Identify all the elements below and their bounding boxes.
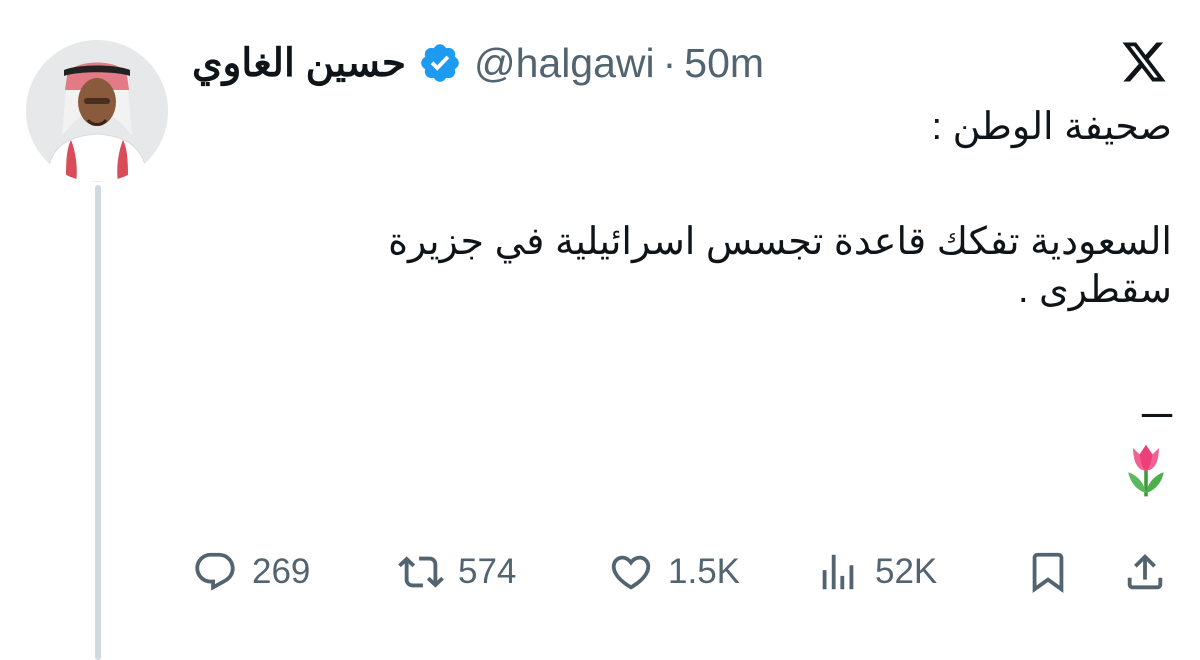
avatar-image [26, 40, 168, 182]
tweet-timestamp[interactable]: 50m [684, 40, 764, 87]
separator-dot: · [662, 39, 677, 86]
reply-icon [195, 552, 235, 591]
tweet-text: صحيفة الوطن : السعودية تفكك قاعدة تجسس ا… [150, 103, 1174, 503]
author-display-name[interactable]: حسين الغاوي [192, 41, 406, 86]
verified-badge-icon [421, 44, 459, 82]
action-bar: 269 574 1.5K 52K [0, 540, 1200, 604]
tweet-dashes: ـــ [1142, 387, 1174, 425]
tulip-icon [1128, 444, 1164, 497]
author-handle[interactable]: @halgawi [474, 40, 655, 87]
views-count: 52K [875, 552, 938, 591]
heart-icon [611, 555, 651, 590]
like-count: 1.5K [668, 552, 740, 591]
retweet-button[interactable]: 574 [398, 540, 516, 604]
like-button[interactable]: 1.5K [608, 540, 740, 604]
tweet-header: حسين الغاوي @halgawi · 50m [192, 34, 764, 92]
tweet-text-line: السعودية تفكك قاعدة تجسس اسرائيلية في جز… [388, 221, 1172, 263]
share-icon [1127, 553, 1163, 590]
views-button[interactable]: 52K [815, 540, 937, 604]
retweet-count: 574 [458, 552, 517, 591]
bookmark-icon [1032, 552, 1064, 593]
tweet-text-line: سقطرى . [1017, 269, 1172, 311]
retweet-icon [398, 556, 444, 588]
views-chart-icon [822, 554, 854, 590]
reply-count: 269 [252, 552, 311, 591]
reply-button[interactable]: 269 [192, 540, 310, 604]
share-button[interactable] [1122, 540, 1168, 604]
bookmark-button[interactable] [1025, 540, 1071, 604]
tweet-text-line: صحيفة الوطن : [931, 106, 1172, 148]
avatar[interactable] [26, 40, 168, 182]
x-logo-icon [1122, 42, 1166, 82]
